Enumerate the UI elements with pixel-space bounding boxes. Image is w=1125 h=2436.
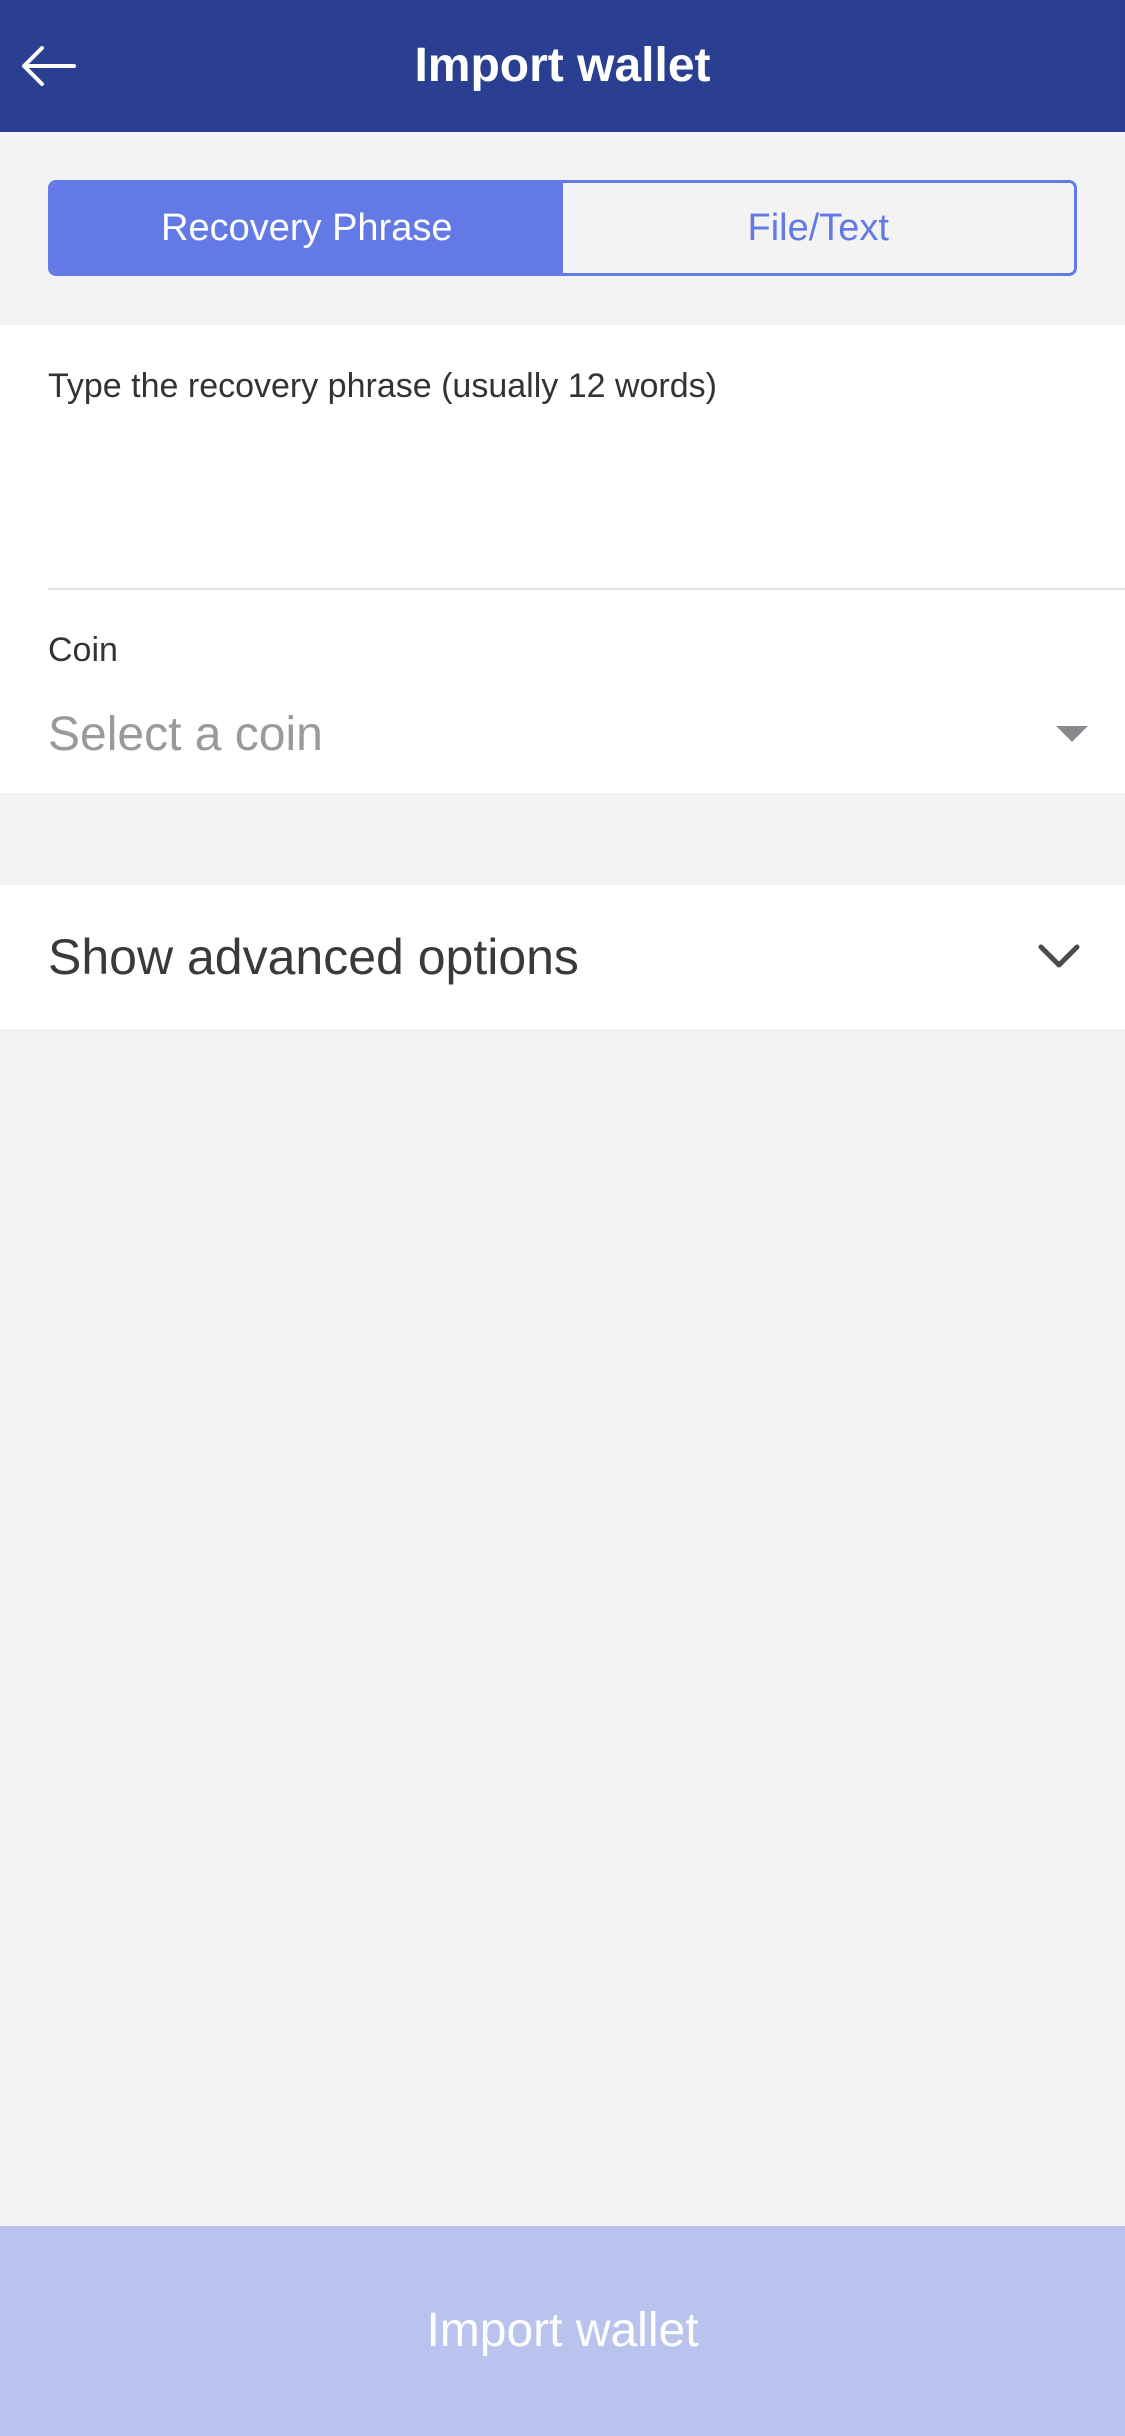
import-wallet-button[interactable]: Import wallet <box>0 2226 1125 2436</box>
recovery-phrase-input[interactable]: Type the recovery phrase (usually 12 wor… <box>48 325 1125 590</box>
coin-select[interactable]: Select a coin <box>48 695 1088 775</box>
chevron-down-icon <box>1038 944 1080 968</box>
caret-down-icon <box>1056 726 1088 742</box>
back-button[interactable] <box>14 32 82 100</box>
advanced-options-toggle[interactable]: Show advanced options <box>0 885 1125 1029</box>
page-title: Import wallet <box>414 39 711 92</box>
import-form: Type the recovery phrase (usually 12 wor… <box>0 325 1125 793</box>
app-bar: Import wallet <box>0 0 1125 132</box>
arrow-left-icon <box>22 46 76 86</box>
coin-label: Coin <box>48 631 118 669</box>
coin-select-placeholder: Select a coin <box>48 708 323 761</box>
import-method-tabs: Recovery Phrase File/Text <box>48 180 1077 276</box>
tab-file-text[interactable]: File/Text <box>562 183 1074 273</box>
tab-recovery-phrase[interactable]: Recovery Phrase <box>51 183 563 273</box>
advanced-options-label: Show advanced options <box>48 929 579 985</box>
recovery-phrase-placeholder: Type the recovery phrase (usually 12 wor… <box>48 367 717 405</box>
